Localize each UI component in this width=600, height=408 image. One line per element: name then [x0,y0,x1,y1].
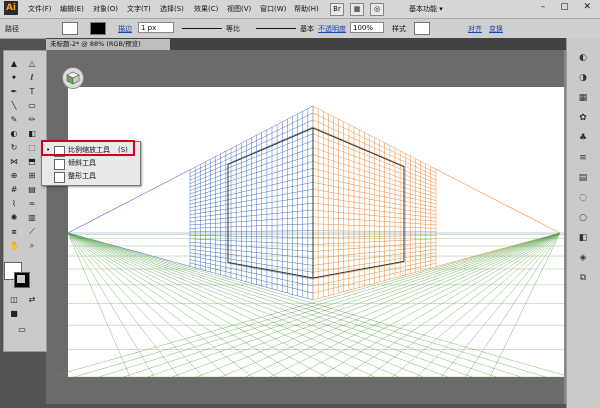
pencil-icon[interactable]: ✏ [26,114,38,125]
ground-line-right [196,232,561,378]
stroke-swatch-inner [17,275,25,283]
artboards-icon[interactable]: ⧉ [576,272,590,284]
ground-line-left [67,232,326,378]
color-mode-icon[interactable]: ■ [8,308,20,319]
color-guide-icon[interactable]: ◑ [576,72,590,84]
box-edge-left-top [227,127,314,165]
gradient-tool-icon[interactable]: ▤ [26,184,38,195]
appearance-icon[interactable]: ○ [576,212,590,224]
ground-line-left [67,232,302,378]
ground-line-left [67,232,180,378]
pen-tool-icon[interactable]: ✒ [8,86,20,97]
color-icon[interactable]: ◐ [576,52,590,64]
flyout-item-shear-tool[interactable]: 倾斜工具 [44,157,138,170]
eraser-icon[interactable]: ◧ [26,128,38,139]
ground-line-right [294,232,561,378]
layers-icon[interactable]: ◈ [576,252,590,264]
gradient-icon[interactable]: ▤ [576,172,590,184]
ground-line-right [98,232,561,378]
swap-fill-stroke-icon[interactable]: ⇄ [26,294,38,305]
ground-line-left [67,232,473,378]
ground-line-left [67,232,546,378]
perspective-grid[interactable] [0,0,600,408]
rectangle-tool-icon[interactable]: ▭ [26,100,38,111]
perspective-grid-icon[interactable]: ⊞ [26,170,38,181]
ground-line-left [67,232,522,378]
direct-selection-tool-icon[interactable]: △ [26,58,38,69]
ground-line-right [343,232,561,378]
plane-switching-widget[interactable] [62,67,84,89]
scale-tool-icon[interactable]: ⬚ [26,142,38,153]
ground-line-right [392,232,561,378]
magic-wand-icon[interactable]: ✦ [8,72,20,83]
zoom-tool-icon[interactable]: ⌕ [26,240,38,251]
ground-line-right [416,232,561,378]
blend-tool-icon[interactable]: ∞ [26,198,38,209]
symbols-icon[interactable]: ♣ [576,132,590,144]
cube-icon [66,71,80,85]
ground-line-right [318,232,561,378]
reshape-tool-icon [54,172,65,183]
artboard-tool-icon[interactable]: ⧈ [8,226,20,237]
screen-mode-icon[interactable]: ▭ [16,324,28,335]
box-edge-right-top [312,127,405,168]
selection-tool-icon[interactable]: ▲ [8,58,20,69]
eyedropper-icon[interactable]: ⌇ [8,198,20,209]
mesh-tool-icon[interactable]: # [8,184,20,195]
blob-brush-icon[interactable]: ◐ [8,128,20,139]
shear-tool-icon [54,159,65,170]
paintbrush-icon[interactable]: ✎ [8,114,20,125]
ground-line-left [67,232,155,378]
ground-line-right [49,232,561,378]
symbol-sprayer-icon[interactable]: ✺ [8,212,20,223]
ground-line-left [67,232,253,378]
hand-tool-icon[interactable]: ✋ [8,240,20,251]
highlight-box [41,140,135,156]
line-tool-icon[interactable]: ╲ [8,100,20,111]
width-tool-icon[interactable]: ⋈ [8,156,20,167]
stroke-icon[interactable]: ≡ [576,152,590,164]
transparency-icon[interactable]: ◌ [576,192,590,204]
flyout-item-label: 倾斜工具 [68,159,96,167]
type-tool-icon[interactable]: T [26,86,38,97]
shape-builder-icon[interactable]: ⊕ [8,170,20,181]
free-transform-icon[interactable]: ⬒ [26,156,38,167]
brushes-icon[interactable]: ✿ [576,112,590,124]
flyout-item-label: 整形工具 [68,172,96,180]
lasso-icon[interactable]: ℓ [26,72,38,83]
slice-tool-icon[interactable]: ⟋ [26,226,38,237]
rotate-tool-icon[interactable]: ↻ [8,142,20,153]
flyout-item-reshape-tool[interactable]: 整形工具 [44,170,138,183]
column-graph-icon[interactable]: ▥ [26,212,38,223]
swatches-icon[interactable]: ▦ [576,92,590,104]
extent-line-right-top [435,168,561,234]
graphic-styles-icon[interactable]: ◧ [576,232,590,244]
default-fill-stroke-icon[interactable]: ◫ [8,294,20,305]
